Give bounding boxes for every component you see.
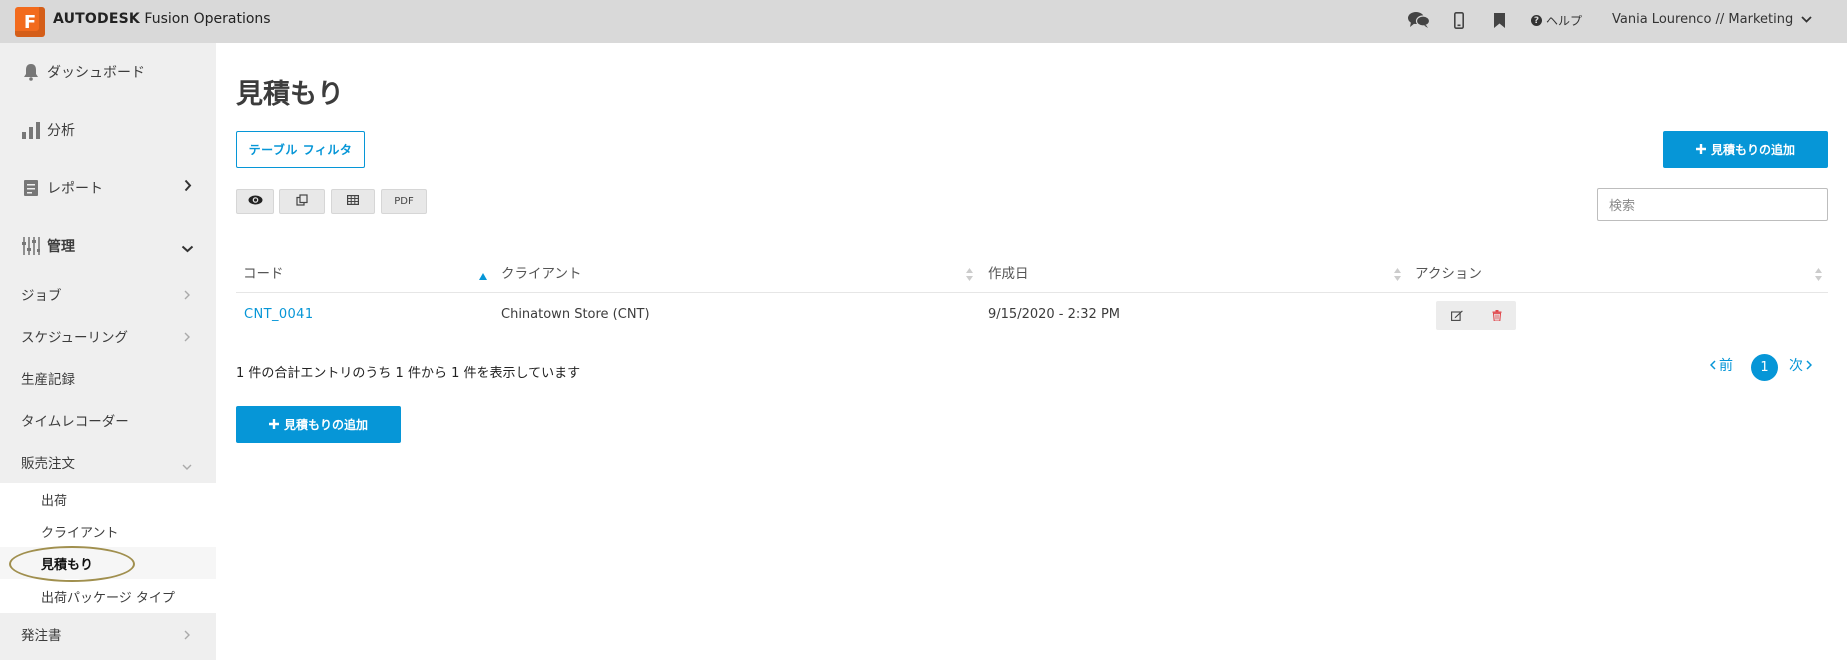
export-pdf-button[interactable]: PDF [381, 189, 427, 214]
sidebar-item-label: 管理 [47, 239, 75, 255]
sort-icon[interactable] [966, 266, 973, 285]
sort-icon[interactable] [1815, 266, 1822, 285]
copy-button[interactable] [279, 189, 325, 214]
column-header-client[interactable]: クライアント [501, 262, 581, 282]
help-label: ヘルプ [1546, 14, 1583, 28]
sidebar-item-scheduling[interactable]: スケジューリング [0, 315, 216, 357]
sidebar-item-production-log[interactable]: 生産記録 [0, 357, 216, 399]
pagination-next[interactable]: 次 [1789, 355, 1812, 375]
sidebar-item-time-recorder[interactable]: タイムレコーダー [0, 399, 216, 441]
sidebar-item-label: クライアント [41, 525, 119, 541]
chevron-down-icon [182, 458, 192, 474]
chevron-right-icon [1806, 360, 1812, 370]
sidebar-item-manage[interactable]: 管理 [0, 217, 216, 275]
sort-ascending-icon[interactable] [479, 265, 487, 284]
sort-icon[interactable] [1394, 266, 1401, 285]
chevron-right-icon [184, 628, 190, 644]
sidebar-item-label: 出荷パッケージ タイプ [41, 590, 175, 606]
chevron-down-icon [181, 241, 194, 257]
sidebar: ダッシュボード 分析 レポート 管理 ジョブ スケジューリング 生産記録 タイム… [0, 43, 216, 660]
page-title: 見積もり [236, 79, 344, 110]
table-header-divider [236, 292, 1828, 293]
sidebar-item-label: 発注書 [21, 628, 62, 644]
sidebar-item-label: 生産記録 [21, 372, 75, 388]
bookmark-icon[interactable] [1494, 13, 1505, 28]
search-input[interactable]: 検索 [1597, 188, 1828, 221]
sidebar-item-label: ジョブ [21, 288, 62, 304]
column-header-actions[interactable]: アクション [1415, 262, 1482, 282]
plus-icon [1695, 143, 1706, 157]
table-filter-button[interactable]: テーブル フィルタ [236, 131, 365, 168]
edit-icon[interactable] [1450, 306, 1463, 325]
sidebar-item-label: 出荷 [41, 493, 68, 509]
sidebar-item-label: 見積もり [41, 557, 94, 573]
chevron-right-icon [184, 288, 190, 304]
sidebar-item-label: レポート [47, 181, 103, 197]
add-quote-label: 見積もりの追加 [283, 418, 368, 432]
sidebar-item-reports[interactable]: レポート [0, 159, 216, 217]
help-menu[interactable]: ? ヘルプ [1531, 12, 1582, 29]
created-cell: 9/15/2020 - 2:32 PM [988, 307, 1120, 322]
column-header-created[interactable]: 作成日 [988, 262, 1029, 282]
bar-chart-icon [21, 120, 41, 140]
brand-name: AUTODESK Fusion Operations [53, 11, 271, 27]
top-bar: F AUTODESK Fusion Operations ? ヘルプ Vania… [0, 0, 1847, 43]
user-label: Vania Lourenco // Marketing [1612, 12, 1794, 27]
mobile-icon[interactable] [1454, 12, 1464, 29]
export-excel-button[interactable] [331, 189, 375, 214]
client-cell: Chinatown Store (CNT) [501, 307, 650, 322]
sidebar-item-dashboard[interactable]: ダッシュボード [0, 43, 216, 101]
chevron-left-icon [1710, 360, 1716, 370]
sidebar-item-sales-orders[interactable]: 販売注文 [0, 441, 216, 483]
pagination-page[interactable]: 1 [1751, 354, 1778, 381]
chevron-right-icon [184, 330, 190, 346]
sidebar-item-shipments[interactable]: 出荷 [0, 483, 216, 515]
brand-rest: Fusion Operations [139, 11, 271, 27]
prev-label: 前 [1719, 358, 1733, 374]
user-menu[interactable]: Vania Lourenco // Marketing [1612, 12, 1812, 27]
fusion-logo[interactable]: F [15, 7, 45, 37]
column-header-code[interactable]: コード [243, 262, 284, 282]
bell-icon [21, 62, 41, 82]
report-icon [21, 178, 41, 198]
trash-icon[interactable] [1492, 306, 1502, 325]
sidebar-item-quotes[interactable]: 見積もり [0, 547, 216, 579]
sidebar-item-clients[interactable]: クライアント [0, 515, 216, 547]
table-info-text: 1 件の合計エントリのうち 1 件から 1 件を表示しています [236, 366, 581, 381]
help-circle-icon: ? [1531, 15, 1542, 26]
chevron-right-icon [184, 179, 192, 196]
sidebar-item-label: 販売注文 [21, 456, 75, 472]
sidebar-item-purchase-orders[interactable]: 発注書 [0, 613, 216, 655]
eye-icon [248, 195, 263, 208]
copy-icon [296, 194, 308, 209]
next-label: 次 [1789, 358, 1803, 374]
plus-icon [268, 418, 279, 432]
column-visibility-button[interactable] [236, 189, 274, 214]
row-actions [1436, 301, 1516, 330]
sidebar-item-jobs[interactable]: ジョブ [0, 273, 216, 315]
table-icon [347, 195, 360, 208]
sidebar-item-label: タイムレコーダー [21, 414, 129, 430]
brand-bold: AUTODESK [53, 11, 140, 27]
chevron-down-icon [1801, 12, 1812, 27]
add-quote-label: 見積もりの追加 [1710, 143, 1795, 157]
sidebar-item-label: スケジューリング [21, 330, 129, 346]
sidebar-item-analytics[interactable]: 分析 [0, 101, 216, 159]
sliders-icon [21, 236, 41, 256]
chat-icon[interactable] [1408, 11, 1430, 29]
pagination-prev[interactable]: 前 [1710, 355, 1733, 375]
sidebar-item-label: 分析 [47, 123, 75, 139]
add-quote-button-top[interactable]: 見積もりの追加 [1663, 131, 1828, 168]
sidebar-item-label: ダッシュボード [47, 65, 145, 81]
quote-code-link[interactable]: CNT_0041 [244, 307, 314, 322]
sales-submenu: 出荷 クライアント 見積もり 出荷パッケージ タイプ [0, 483, 216, 613]
sidebar-item-shipping-package-types[interactable]: 出荷パッケージ タイプ [0, 580, 216, 612]
add-quote-button-bottom[interactable]: 見積もりの追加 [236, 406, 401, 443]
